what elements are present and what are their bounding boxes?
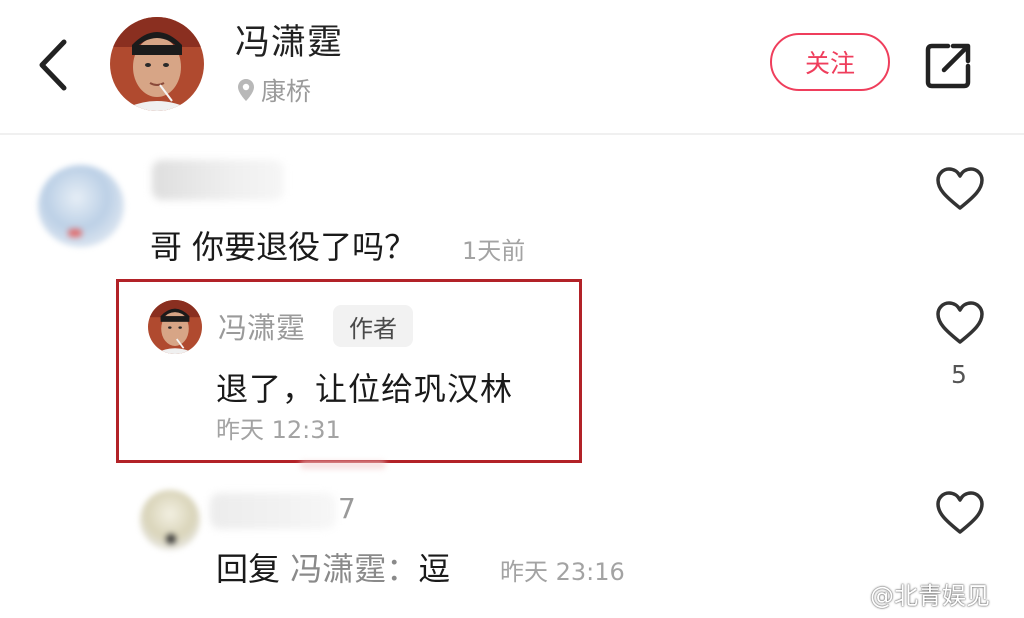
watermark: @北青娱见 — [836, 576, 990, 611]
author-badge: 作者 — [333, 305, 413, 347]
back-chevron-icon[interactable] — [30, 36, 74, 94]
comment-text: 哥 你要退役了吗？ — [150, 228, 417, 266]
weibo-logo-icon — [836, 584, 864, 606]
heart-icon[interactable] — [935, 166, 985, 212]
commenter-name-redacted — [152, 160, 284, 200]
location-text: 康桥 — [261, 77, 312, 106]
reply-text: 退了，让位给巩汉林 — [216, 370, 514, 408]
share-icon[interactable] — [922, 40, 974, 92]
reply-author-avatar[interactable] — [148, 300, 202, 354]
reply-author-name[interactable]: 冯潇霆 — [218, 305, 305, 347]
follow-button[interactable]: 关注 — [770, 33, 890, 91]
comment-time: 1天前 — [462, 237, 526, 265]
commenter-avatar[interactable] — [38, 165, 124, 247]
avatar[interactable] — [110, 17, 204, 111]
replier-avatar[interactable] — [140, 490, 200, 550]
redaction-smear — [300, 461, 386, 469]
like-count: 5 — [951, 360, 967, 389]
location-pin-icon — [238, 79, 254, 101]
location: 康桥 — [237, 72, 311, 108]
reply-label: 回复 — [216, 550, 281, 588]
profile-username: 冯潇霆 — [235, 23, 344, 63]
header-divider — [0, 133, 1024, 135]
reply-target[interactable]: 冯潇霆： — [290, 550, 418, 588]
heart-icon[interactable] — [935, 490, 985, 536]
heart-icon[interactable] — [935, 300, 985, 346]
replier-name-redacted — [210, 493, 336, 529]
replier-name-suffix: 7 — [338, 492, 356, 525]
reply-time: 昨天 12:31 — [216, 416, 341, 444]
watermark-text: @北青娱见 — [870, 582, 990, 610]
second-reply-body: 逗 — [418, 550, 451, 588]
second-reply-text: 回复 冯潇霆：逗 — [216, 544, 450, 590]
second-reply-time: 昨天 23:16 — [500, 558, 625, 586]
